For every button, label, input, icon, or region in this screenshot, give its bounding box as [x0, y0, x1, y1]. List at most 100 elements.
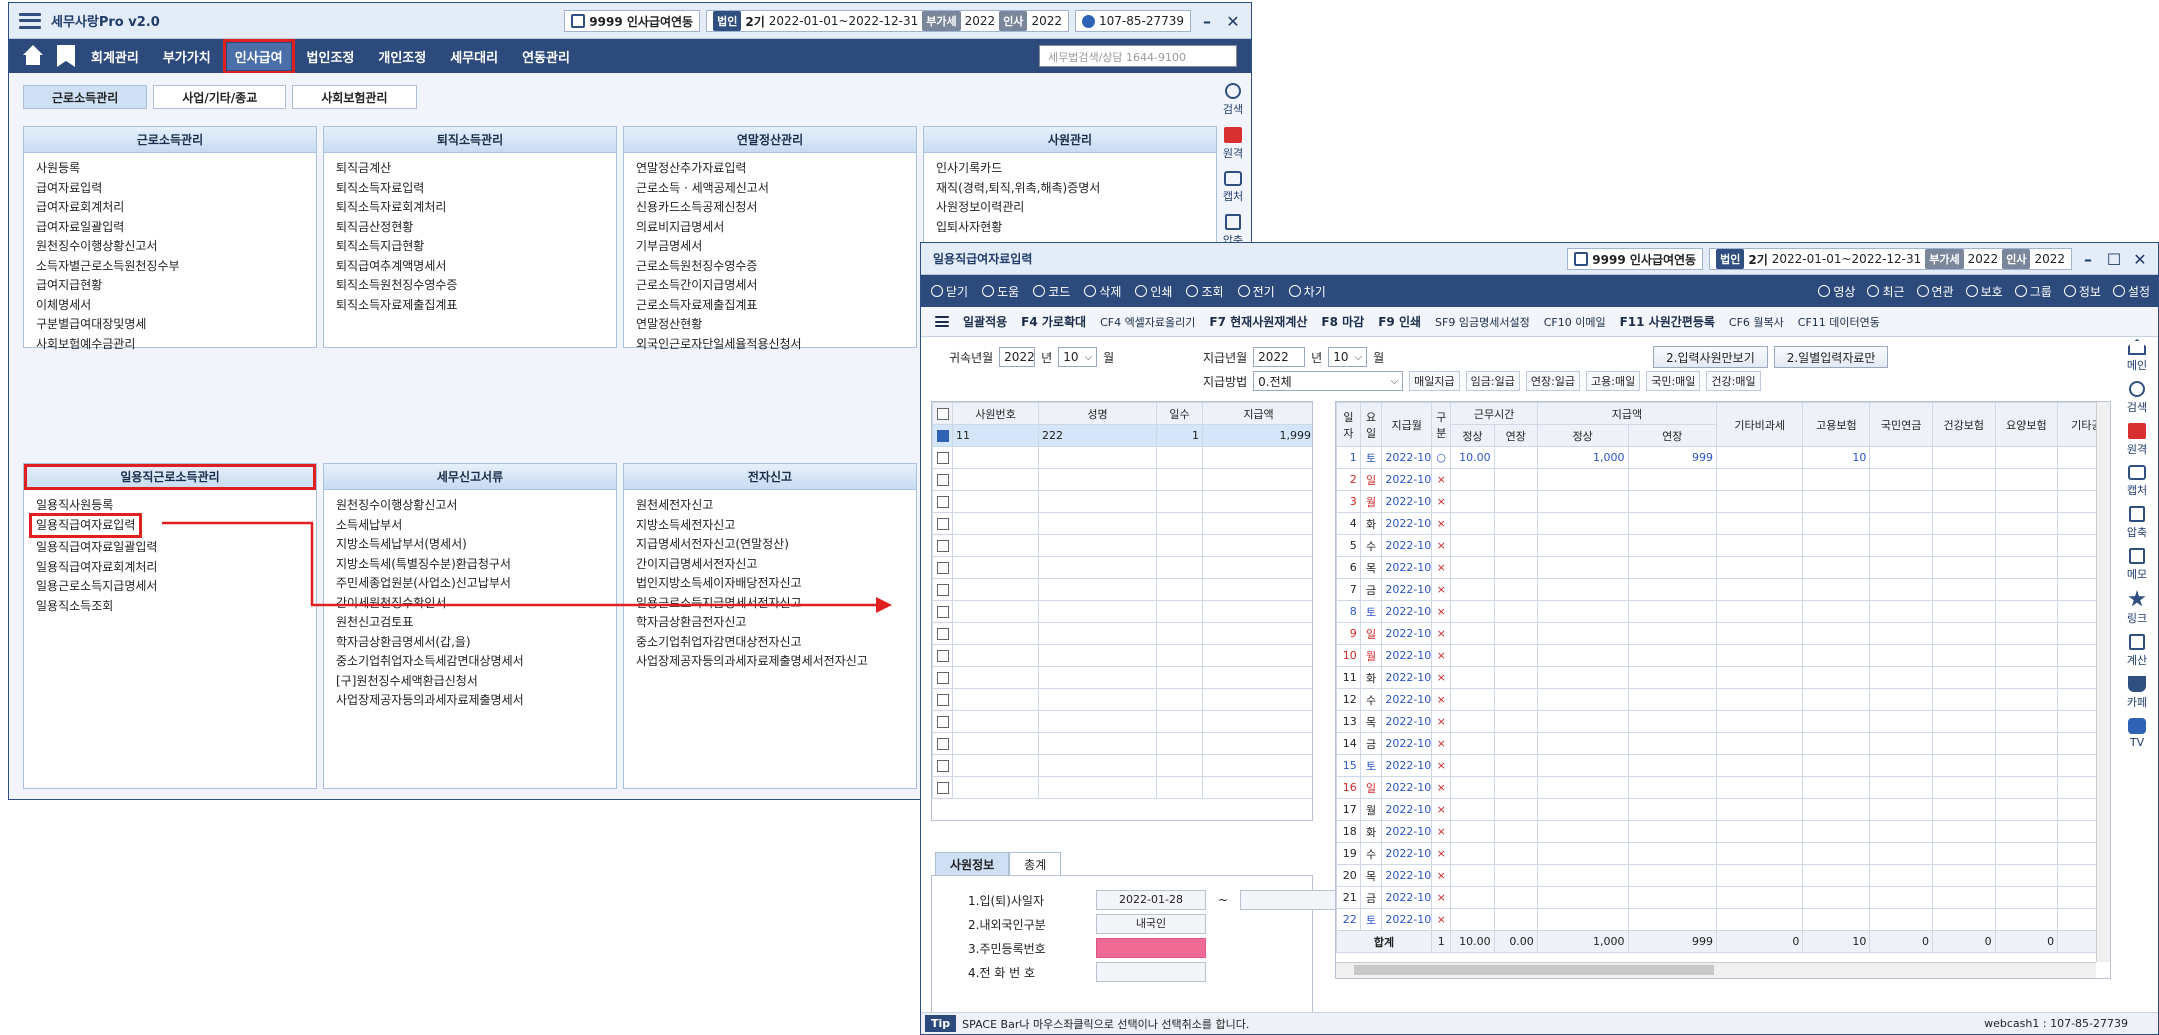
panel-menu-item[interactable]: 학자금상환금명세서(갑,을) [336, 633, 604, 653]
table-cell[interactable] [1038, 446, 1157, 469]
table-row[interactable]: 11 화 2022-10 × [1336, 666, 2110, 689]
bizno-box[interactable]: 107-85-27739 [1074, 10, 1191, 32]
hire-date-field[interactable]: 2022-01-28 [1096, 890, 1206, 910]
panel-menu-item[interactable]: 원천신고검토표 [336, 613, 604, 633]
amount-cell[interactable] [1536, 600, 1629, 623]
panel-menu-item[interactable]: [구]원천징수세액환급신청서 [336, 672, 604, 692]
table-cell[interactable] [952, 776, 1039, 799]
panel-menu-item[interactable]: 인사기록카드 [936, 159, 1204, 179]
deduction-cell[interactable] [1716, 446, 1804, 469]
table-cell[interactable] [1202, 556, 1312, 579]
panel-menu-item[interactable]: 퇴직금계산 [336, 159, 604, 179]
deduction-cell[interactable] [1716, 468, 1804, 491]
amount-cell[interactable] [1450, 578, 1495, 601]
deduction-cell[interactable] [1994, 446, 2059, 469]
amount-cell[interactable] [1627, 820, 1718, 843]
deduction-cell[interactable] [1869, 578, 1933, 601]
daily-grid-vscroll[interactable] [2096, 402, 2110, 962]
row-checkbox[interactable] [932, 732, 953, 755]
amount-cell[interactable] [1627, 556, 1718, 579]
toolbar-button[interactable]: 삭제 [1084, 283, 1121, 300]
row-checkbox[interactable] [932, 578, 953, 601]
deduction-cell[interactable] [1716, 886, 1804, 909]
paymonth-cell[interactable]: 2022-10 [1381, 776, 1432, 799]
deduction-cell[interactable] [1931, 842, 1996, 865]
panel-menu-item[interactable]: 근로소득 · 세액공제신고서 [636, 179, 904, 199]
amount-cell[interactable] [1536, 754, 1629, 777]
deduction-cell[interactable] [1802, 644, 1871, 667]
menu-item-0[interactable]: 회계관리 [83, 43, 147, 70]
kind-cell[interactable]: × [1430, 644, 1452, 667]
deduction-cell[interactable] [1869, 776, 1933, 799]
amount-cell[interactable] [1493, 644, 1538, 667]
amount-cell[interactable] [1536, 666, 1629, 689]
deduction-cell[interactable] [1802, 754, 1871, 777]
table-row[interactable]: 1 토 2022-10 ○ 10.00 1,000 999 10 [1336, 446, 2110, 469]
deduction-cell[interactable] [1994, 732, 2059, 755]
rail-item[interactable]: 원격 [2127, 423, 2147, 457]
panel-menu-item[interactable]: 퇴직소득자료회계처리 [336, 198, 604, 218]
amount-cell[interactable] [1536, 688, 1629, 711]
table-cell[interactable] [1038, 644, 1157, 667]
table-cell[interactable] [952, 578, 1039, 601]
deduction-cell[interactable] [1869, 666, 1933, 689]
table-cell[interactable] [952, 754, 1039, 777]
panel-menu-item[interactable]: 사업장제공자등의과세자료제출명세서전자신고 [636, 652, 904, 672]
deduction-cell[interactable] [1869, 886, 1933, 909]
deduction-cell[interactable] [1994, 666, 2059, 689]
panel-menu-item[interactable]: 퇴직급여추계액명세서 [336, 257, 604, 277]
panel-menu-item[interactable]: 근로소득자료제출집계표 [636, 296, 904, 316]
pay-year-field[interactable]: 2022 [1253, 347, 1306, 367]
deduction-cell[interactable] [1994, 820, 2059, 843]
panel-menu-item[interactable]: 법인지방소득세이자배당전자신고 [636, 574, 904, 594]
deduction-cell[interactable] [1931, 754, 1996, 777]
deduction-cell[interactable] [1716, 864, 1804, 887]
table-cell[interactable] [1156, 600, 1203, 623]
amount-cell[interactable]: 10.00 [1450, 446, 1495, 469]
show-daily-entries-button[interactable]: 2.일별입력자료만 [1773, 346, 1889, 368]
deduction-cell[interactable] [1869, 644, 1933, 667]
panel-menu-item[interactable]: 중소기업취업자소득세감면대상명세서 [336, 652, 604, 672]
table-row[interactable]: 14 금 2022-10 × [1336, 732, 2110, 755]
deduction-cell[interactable] [1994, 578, 2059, 601]
paymonth-cell[interactable]: 2022-10 [1381, 688, 1432, 711]
paymonth-cell[interactable]: 2022-10 [1381, 468, 1432, 491]
amount-cell[interactable] [1536, 908, 1629, 931]
deduction-cell[interactable] [1869, 622, 1933, 645]
amount-cell[interactable] [1536, 490, 1629, 513]
amount-cell[interactable] [1536, 512, 1629, 535]
panel-menu-item[interactable]: 신용카드소득공제신청서 [636, 198, 904, 218]
deduction-cell[interactable] [1931, 468, 1996, 491]
row-checkbox[interactable] [932, 754, 953, 777]
panel-menu-item[interactable]: 근로소득원천징수영수증 [636, 257, 904, 277]
toolbar-button[interactable]: 코드 [1033, 283, 1070, 300]
deduction-cell[interactable] [1716, 644, 1804, 667]
table-cell[interactable] [1156, 490, 1203, 513]
table-row[interactable] [932, 732, 1312, 755]
deduction-cell[interactable] [1802, 468, 1871, 491]
deduction-cell[interactable] [1869, 600, 1933, 623]
row-checkbox[interactable] [932, 688, 953, 711]
panel-menu-item[interactable]: 연말정산현황 [636, 315, 904, 335]
deduction-cell[interactable] [1802, 820, 1871, 843]
amount-cell[interactable] [1627, 842, 1718, 865]
amount-cell[interactable] [1493, 556, 1538, 579]
amount-cell[interactable] [1536, 886, 1629, 909]
table-row[interactable] [932, 534, 1312, 557]
kind-cell[interactable]: × [1430, 622, 1452, 645]
table-row[interactable] [932, 446, 1312, 469]
panel-menu-item[interactable]: 일용직급여자료회계처리 [36, 558, 304, 578]
table-cell[interactable] [952, 512, 1039, 535]
amount-cell[interactable] [1627, 908, 1718, 931]
amount-cell[interactable] [1493, 468, 1538, 491]
row-checkbox[interactable] [932, 622, 953, 645]
amount-cell[interactable] [1627, 710, 1718, 733]
tab-total[interactable]: 총계 [1009, 852, 1062, 877]
table-cell[interactable] [1156, 732, 1203, 755]
kind-cell[interactable]: × [1430, 556, 1452, 579]
panel-menu-item[interactable]: 기부금명세서 [636, 237, 904, 257]
table-cell[interactable] [1156, 578, 1203, 601]
table-cell[interactable] [1038, 732, 1157, 755]
table-cell[interactable] [1202, 578, 1312, 601]
deduction-cell[interactable] [1869, 446, 1933, 469]
